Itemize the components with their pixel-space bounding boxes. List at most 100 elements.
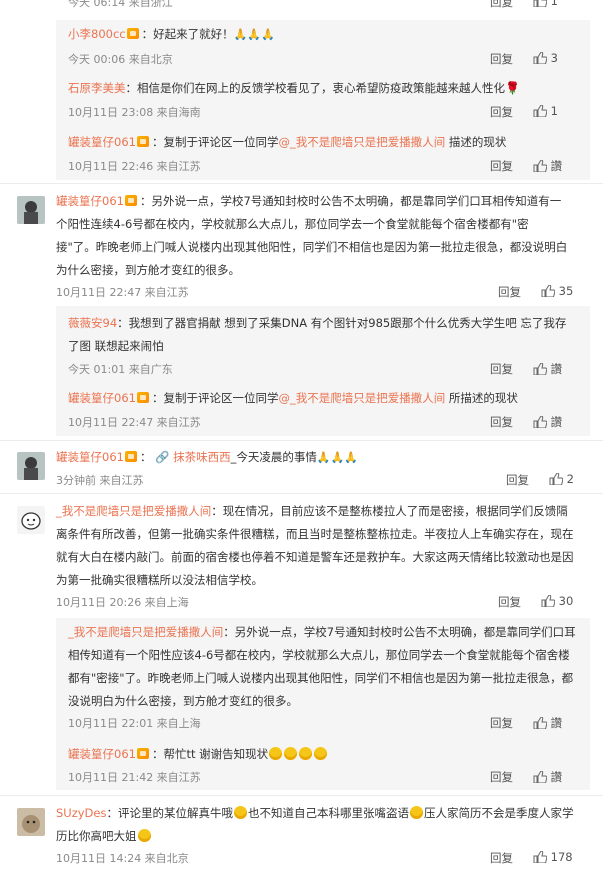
like-button[interactable]: 35 — [541, 284, 573, 298]
comment-body: 罐装篁仔061 ： 🔗 抹茶味西西_今天凌晨的事情🙏🙏🙏 — [56, 446, 358, 469]
like-button[interactable]: 讚 — [533, 769, 562, 785]
reply-text: ：复制于评论区一位同学 — [151, 135, 279, 149]
comment-body: SUzyDes：评论里的某位解真牛哦 也不知道自己本科哪里张嘴盗语 压人家简历不会是… — [56, 802, 576, 848]
mention-link[interactable]: @_我不是爬墙只是把爱播撒人间 — [278, 135, 445, 149]
username-link[interactable]: SUzyDes — [56, 806, 106, 820]
reply-button[interactable]: 回复 — [490, 414, 513, 430]
thumb-up-icon — [533, 363, 547, 375]
thumb-up-icon — [533, 717, 547, 729]
thumb-up-icon — [533, 851, 547, 863]
like-button[interactable]: 讚 — [533, 414, 562, 430]
comment-meta: 10月11日 20:26 来自上海 — [56, 596, 189, 609]
reply-button[interactable]: 回复 — [506, 472, 529, 488]
reply-text: ：帮忙tt 谢谢告知现状 — [151, 747, 269, 761]
like-count: 30 — [558, 594, 574, 608]
avatar[interactable] — [17, 506, 45, 534]
reply-thread: 薇薇安94：我想到了器官捐献 想到了采集DNA 有个图针对985跟那个什么优秀大… — [56, 306, 590, 436]
thumb-up-icon — [541, 595, 555, 607]
reply-item: 罐装篁仔061 ：复制于评论区一位同学@_我不是爬墙只是把爱播撒人间 描述的现状 — [68, 131, 506, 154]
like-button[interactable]: 讚 — [533, 158, 562, 174]
username-link[interactable]: 罐装篁仔061 — [56, 194, 124, 208]
vip-badge-icon — [124, 195, 137, 206]
avatar-image-icon — [17, 452, 45, 480]
reply-item: 薇薇安94：我想到了器官捐献 想到了采集DNA 有个图针对985跟那个什么优秀大… — [68, 312, 572, 358]
like-button[interactable]: 2 — [549, 472, 574, 486]
like-count: 1 — [550, 104, 558, 118]
like-button[interactable]: 讚 — [533, 715, 562, 731]
username-link[interactable]: _我不是爬墙只是把爱播撒人间 — [56, 504, 211, 518]
comment-text-2: 也不知道自己本科哪里张嘴盗语 — [247, 806, 409, 820]
reply-text-tail: 所描述的现状 — [445, 391, 518, 405]
pray-emoji-icon: 🙏🙏🙏 — [233, 28, 275, 41]
like-button[interactable]: 30 — [541, 594, 573, 608]
reply-button[interactable]: 回复 — [490, 715, 513, 731]
avatar[interactable] — [17, 452, 45, 480]
avatar[interactable] — [17, 808, 45, 836]
comment-body: 罐装篁仔061 ：另外说一点，学校7号通知封校时公告不太明确，都是靠同学们口耳相传… — [56, 190, 568, 282]
divider — [0, 440, 603, 441]
username-link[interactable]: 小李800cc — [68, 27, 126, 41]
emoji-icon — [409, 806, 423, 819]
like-count: 2 — [566, 472, 574, 486]
avatar-image-icon — [17, 506, 45, 534]
reply-button[interactable]: 回复 — [490, 158, 513, 174]
like-button[interactable]: 1 — [533, 0, 558, 8]
like-button[interactable]: 178 — [533, 850, 573, 864]
reply-button[interactable]: 回复 — [490, 104, 513, 120]
like-label: 讚 — [550, 770, 563, 784]
like-label: 讚 — [550, 362, 563, 376]
emoji-icon — [233, 806, 247, 819]
comment-body: _我不是爬墙只是把爱播撒人间：现在情况，目前应该不是整栋楼拉人了而是密接，根据同… — [56, 500, 576, 592]
comment-text: ： — [139, 450, 152, 464]
comment-meta: 今天 06:14 来自浙江 — [68, 0, 173, 9]
reply-meta: 10月11日 22:01 来自上海 — [68, 717, 201, 730]
comment-text: ：另外说一点，学校7号通知封校时公告不太明确，都是靠同学们口耳相传知道有一个阳性… — [56, 194, 568, 277]
reply-item: 石原李美美：相信是你们在网上的反馈学校看见了，衷心希望防疫政策能越来越人性化🌹 — [68, 77, 520, 100]
username-link[interactable]: 罐装篁仔061 — [68, 747, 136, 761]
emoji-icon — [137, 829, 151, 842]
reply-item: _我不是爬墙只是把爱播撒人间：另外说一点，学校7号通知封校时公告不太明确，都是靠… — [68, 621, 576, 713]
like-button[interactable]: 1 — [533, 104, 558, 118]
topic-link[interactable]: 🔗 抹茶味西西 — [155, 450, 230, 464]
like-button[interactable]: 讚 — [533, 361, 562, 377]
mention-link[interactable]: @_我不是爬墙只是把爱播撒人间 — [278, 391, 445, 405]
reply-button[interactable]: 回复 — [490, 0, 513, 10]
emoji-icon — [314, 747, 328, 760]
rose-emoji-icon: 🌹 — [505, 81, 520, 95]
reply-thread: 小李800cc ：好起来了就好！🙏🙏🙏 今天 00:06 来自北京 回复 3 石原… — [56, 20, 590, 180]
reply-meta: 10月11日 22:46 来自江苏 — [68, 160, 201, 173]
username-link[interactable]: 罐装篁仔061 — [68, 391, 136, 405]
reply-meta: 10月11日 22:47 来自江苏 — [68, 416, 201, 429]
comment-feed: 今天 06:14 来自浙江 回复 1 小李800cc ：好起来了就好！🙏🙏🙏 今天… — [0, 0, 603, 870]
like-button[interactable]: 3 — [533, 51, 558, 65]
username-link[interactable]: 罐装篁仔061 — [68, 135, 136, 149]
username-link[interactable]: 薇薇安94 — [68, 316, 117, 330]
vip-badge-icon — [136, 748, 149, 759]
reply-button[interactable]: 回复 — [498, 284, 521, 300]
reply-text: ：复制于评论区一位同学 — [151, 391, 279, 405]
username-link[interactable]: 罐装篁仔061 — [56, 450, 124, 464]
like-label: 讚 — [550, 415, 563, 429]
vip-badge-icon — [136, 136, 149, 147]
username-link[interactable]: 石原李美美 — [68, 81, 126, 95]
username-link[interactable]: _我不是爬墙只是把爱播撒人间 — [68, 625, 223, 639]
reply-item: 罐装篁仔061 ：帮忙tt 谢谢告知现状 — [68, 743, 328, 766]
emoji-icon — [269, 747, 283, 760]
reply-button[interactable]: 回复 — [498, 594, 521, 610]
reply-button[interactable]: 回复 — [490, 51, 513, 67]
avatar-image-icon — [17, 196, 45, 224]
like-label: 讚 — [550, 159, 563, 173]
avatar[interactable] — [17, 196, 45, 224]
reply-item: 罐装篁仔061 ：复制于评论区一位同学@_我不是爬墙只是把爱播撒人间 所描述的现状 — [68, 387, 518, 410]
reply-button[interactable]: 回复 — [490, 850, 513, 866]
thumb-up-icon — [533, 771, 547, 783]
thumb-up-icon — [541, 285, 555, 297]
vip-badge-icon — [136, 392, 149, 403]
reply-text-tail: 描述的现状 — [445, 135, 507, 149]
reply-button[interactable]: 回复 — [490, 769, 513, 785]
comment-text: ：评论里的某位解真牛哦 — [106, 806, 233, 820]
thumb-up-icon — [549, 473, 563, 485]
reply-button[interactable]: 回复 — [490, 361, 513, 377]
reply-meta: 10月11日 21:42 来自江苏 — [68, 771, 201, 784]
reply-meta: 10月11日 23:08 来自海南 — [68, 106, 201, 119]
